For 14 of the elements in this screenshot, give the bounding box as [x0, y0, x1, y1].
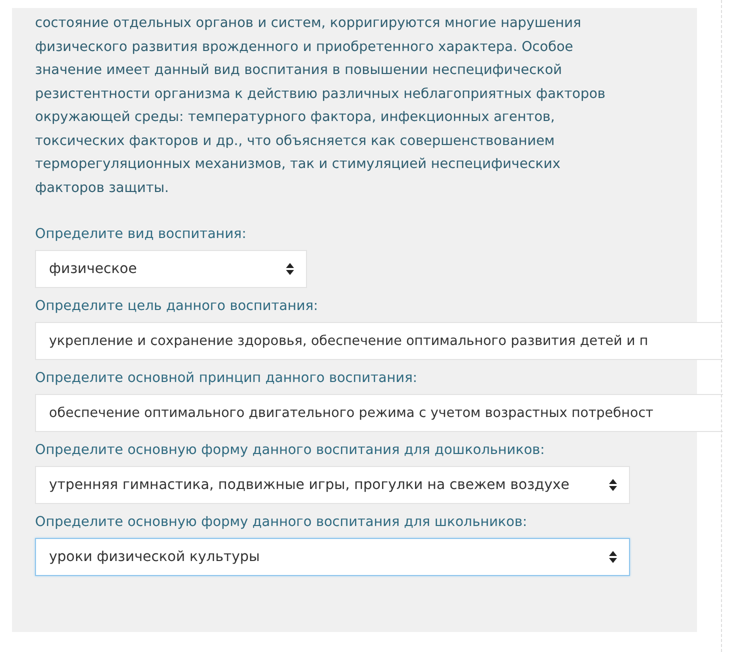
answer-input[interactable]: обеспечение оптимального двигательного режима с учетом возрастных потребност: [35, 394, 723, 432]
question-label: Определите цель данного воспитания:: [35, 297, 319, 316]
question-label: Определите основную форму данного воспитания для школьников:: [35, 513, 528, 532]
sort-caret-icon: [286, 263, 294, 275]
question-label: Определите вид воспитания:: [35, 225, 248, 244]
sort-caret-icon: [609, 551, 617, 563]
select-field[interactable]: физическое: [35, 250, 307, 288]
question-label: Определите основной принцип данного воспитания:: [35, 369, 418, 388]
select-field[interactable]: утренняя гимнастика, подвижные игры, прогулки на свежем воздухе: [35, 466, 630, 504]
answer-input[interactable]: укрепление и сохранение здоровья, обеспечение оптимального развития детей и п: [35, 322, 723, 360]
sort-caret-icon: [609, 479, 617, 491]
select-field[interactable]: уроки физической культуры: [35, 538, 630, 576]
question-label: Определите основную форму данного воспитания для дошкольников:: [35, 441, 546, 460]
description-text: состояние отдельных органов и систем, корригируются многие нарушения физического развития врожденного и приобретенного характера. Особое значение имеет данный вид воспитания в повышении неспецифической резистентности организма к действию различных неблагоприятных факторов окружающей среды: температурного фактора, инфекционных агентов, токсических факторов и др., что объясняется как совершенствованием терморегуляционных механизмов, так и стимуляцией неспецифических факторов защиты.: [35, 14, 606, 198]
